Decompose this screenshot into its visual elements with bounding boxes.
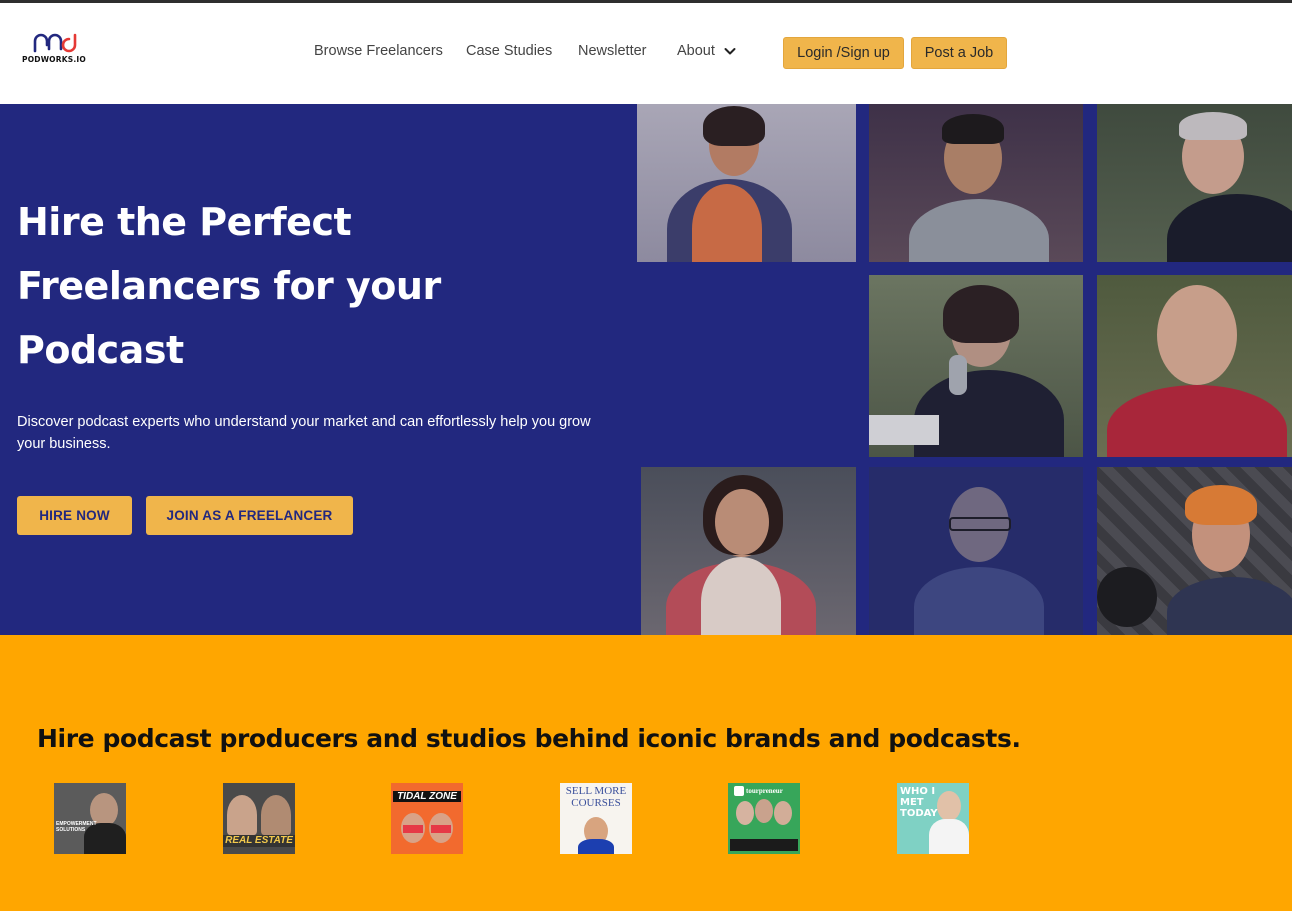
cover-title: tourpreneur xyxy=(746,787,783,795)
logo-wordmark: PODWORKS.IO xyxy=(22,55,86,64)
podcast-cover[interactable]: SELL MORE COURSES xyxy=(560,783,632,854)
nav-about-label: About xyxy=(677,43,715,59)
cover-title: TIDAL ZONE xyxy=(393,791,461,802)
podcast-cover[interactable]: tourpreneur xyxy=(728,783,800,854)
hero-section: Hire the Perfect Freelancers for your Po… xyxy=(0,104,1292,635)
hero-subtitle: Discover podcast experts who understand … xyxy=(17,414,591,452)
hero-title-line: Hire the Perfect xyxy=(17,200,352,244)
nav-browse-freelancers[interactable]: Browse Freelancers xyxy=(314,43,443,59)
freelancer-photo xyxy=(641,467,856,635)
freelancer-photo xyxy=(869,275,1083,457)
brands-title: Hire podcast producers and studios behin… xyxy=(37,724,1021,753)
freelancer-photo xyxy=(1097,104,1292,262)
hero-title-line: Freelancers for your xyxy=(17,264,441,308)
podcast-cover[interactable]: REAL ESTATE xyxy=(223,783,295,854)
site-logo[interactable]: PODWORKS.IO xyxy=(22,33,92,69)
cover-title: EMPOWERMENT SOLUTIONS xyxy=(56,821,97,833)
cover-title: WHO I MET TODAY xyxy=(900,786,938,819)
podcast-cover[interactable]: EMPOWERMENT SOLUTIONS xyxy=(54,783,126,854)
freelancer-photo xyxy=(637,104,856,262)
site-header: PODWORKS.IO Browse Freelancers Case Stud… xyxy=(0,3,1292,104)
join-freelancer-button[interactable]: JOIN AS A FREELANCER xyxy=(146,496,353,535)
chevron-down-icon xyxy=(724,48,736,55)
nav-about[interactable]: About xyxy=(677,43,737,59)
nav-newsletter[interactable]: Newsletter xyxy=(578,43,647,59)
freelancer-photo xyxy=(869,104,1083,262)
podcast-cover[interactable]: TIDAL ZONE xyxy=(391,783,463,854)
freelancer-photo xyxy=(869,467,1083,635)
cover-title: SELL MORE COURSES xyxy=(565,785,627,809)
login-signup-button[interactable]: Login /Sign up xyxy=(783,37,904,69)
cover-title: REAL ESTATE xyxy=(223,835,295,847)
hero-title-line: Podcast xyxy=(17,328,184,372)
pnd-logo-icon xyxy=(33,33,77,53)
hire-now-button[interactable]: HIRE NOW xyxy=(17,496,132,535)
freelancer-photo xyxy=(1097,275,1292,457)
freelancer-photo xyxy=(1097,467,1292,635)
podcast-cover[interactable]: WHO I MET TODAY xyxy=(897,783,969,854)
brands-section: Hire podcast producers and studios behin… xyxy=(0,635,1292,911)
hero-title: Hire the Perfect Freelancers for your Po… xyxy=(17,190,617,382)
nav-case-studies[interactable]: Case Studies xyxy=(466,43,552,59)
post-job-button[interactable]: Post a Job xyxy=(911,37,1007,69)
